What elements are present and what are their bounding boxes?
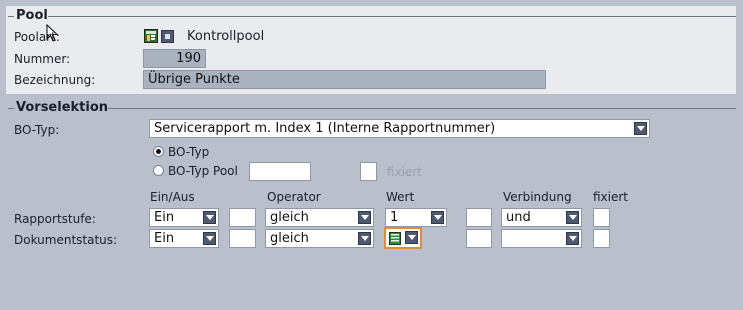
radio-bo-typ[interactable] [153, 146, 164, 157]
radio-bo-typ-pool-label: BO-Typ Pool [168, 164, 238, 178]
dokumentstatus-extra-box-2[interactable] [466, 229, 492, 248]
bezeichnung-field: Übrige Punkte [143, 70, 546, 89]
bo-typ-pool-input[interactable] [249, 162, 311, 181]
column-operator: Operator [267, 190, 321, 204]
rapportstufe-fixiert-checkbox[interactable] [593, 208, 610, 227]
poolart-label: Poolart: [14, 30, 60, 44]
poolart-value: Kontrollpool [187, 29, 265, 44]
rapportstufe-operator-select[interactable]: gleich [265, 208, 374, 227]
rapportstufe-extra-box[interactable] [229, 208, 256, 227]
column-verbindung: Verbindung [503, 190, 572, 204]
pool-section-title: Pool [16, 8, 48, 23]
dokumentstatus-verbindung-select[interactable] [501, 229, 582, 248]
dokumentstatus-fixiert-checkbox[interactable] [593, 229, 610, 248]
column-ein-aus: Ein/Aus [150, 190, 195, 204]
bezeichnung-label: Bezeichnung: [14, 73, 96, 87]
fixiert-checkbox[interactable] [360, 162, 377, 181]
chevron-down-icon[interactable] [358, 232, 371, 245]
radio-bo-typ-pool[interactable] [153, 165, 164, 176]
rapportstufe-extra-box-2[interactable] [466, 208, 492, 227]
rapportstufe-label: Rapportstufe: [14, 212, 96, 226]
dokumentstatus-wert-select[interactable] [384, 227, 422, 249]
bo-typ-label: BO-Typ: [14, 123, 60, 137]
fixiert-label: fixiert [387, 165, 423, 179]
chevron-down-icon[interactable] [431, 211, 444, 224]
column-wert: Wert [386, 190, 415, 204]
dokumentstatus-ein-aus-value: Ein [154, 231, 175, 246]
rapportstufe-operator-value: gleich [270, 210, 309, 225]
rapportstufe-ein-aus-value: Ein [154, 210, 175, 225]
chevron-down-icon[interactable] [203, 232, 216, 245]
dokumentstatus-label: Dokumentstatus: [14, 233, 118, 247]
chevron-down-icon[interactable] [634, 122, 647, 135]
poolart-button-icon[interactable] [161, 30, 174, 43]
dokumentstatus-ein-aus-select[interactable]: Ein [149, 229, 219, 248]
bo-typ-select[interactable]: Servicerapport m. Index 1 (Interne Rappo… [149, 119, 650, 138]
rapportstufe-wert-select[interactable]: 1 [385, 208, 447, 227]
dokumentstatus-operator-select[interactable]: gleich [265, 229, 374, 248]
bo-typ-select-value: Servicerapport m. Index 1 (Interne Rappo… [154, 121, 496, 136]
document-status-icon [389, 232, 401, 245]
rapportstufe-verbindung-select[interactable]: und [501, 208, 582, 227]
nummer-label: Nummer: [14, 52, 71, 66]
rapportstufe-wert-value: 1 [390, 210, 399, 225]
chevron-down-icon[interactable] [566, 211, 579, 224]
nummer-field: 190 [143, 49, 206, 68]
rapportstufe-verbindung-value: und [506, 210, 531, 225]
chevron-down-icon[interactable] [203, 211, 216, 224]
pool-rule [48, 16, 736, 17]
rapportstufe-ein-aus-select[interactable]: Ein [149, 208, 219, 227]
vorselektion-section-title: Vorselektion [16, 100, 109, 115]
radio-bo-typ-label: BO-Typ [168, 145, 210, 159]
vorselektion-rule [108, 108, 736, 109]
pool-type-icon [144, 29, 158, 43]
chevron-down-icon[interactable] [358, 211, 371, 224]
column-fixiert: fixiert [593, 190, 629, 204]
dokumentstatus-operator-value: gleich [270, 231, 309, 246]
chevron-down-icon[interactable] [405, 231, 418, 244]
dokumentstatus-extra-box[interactable] [229, 229, 256, 248]
chevron-down-icon[interactable] [566, 232, 579, 245]
